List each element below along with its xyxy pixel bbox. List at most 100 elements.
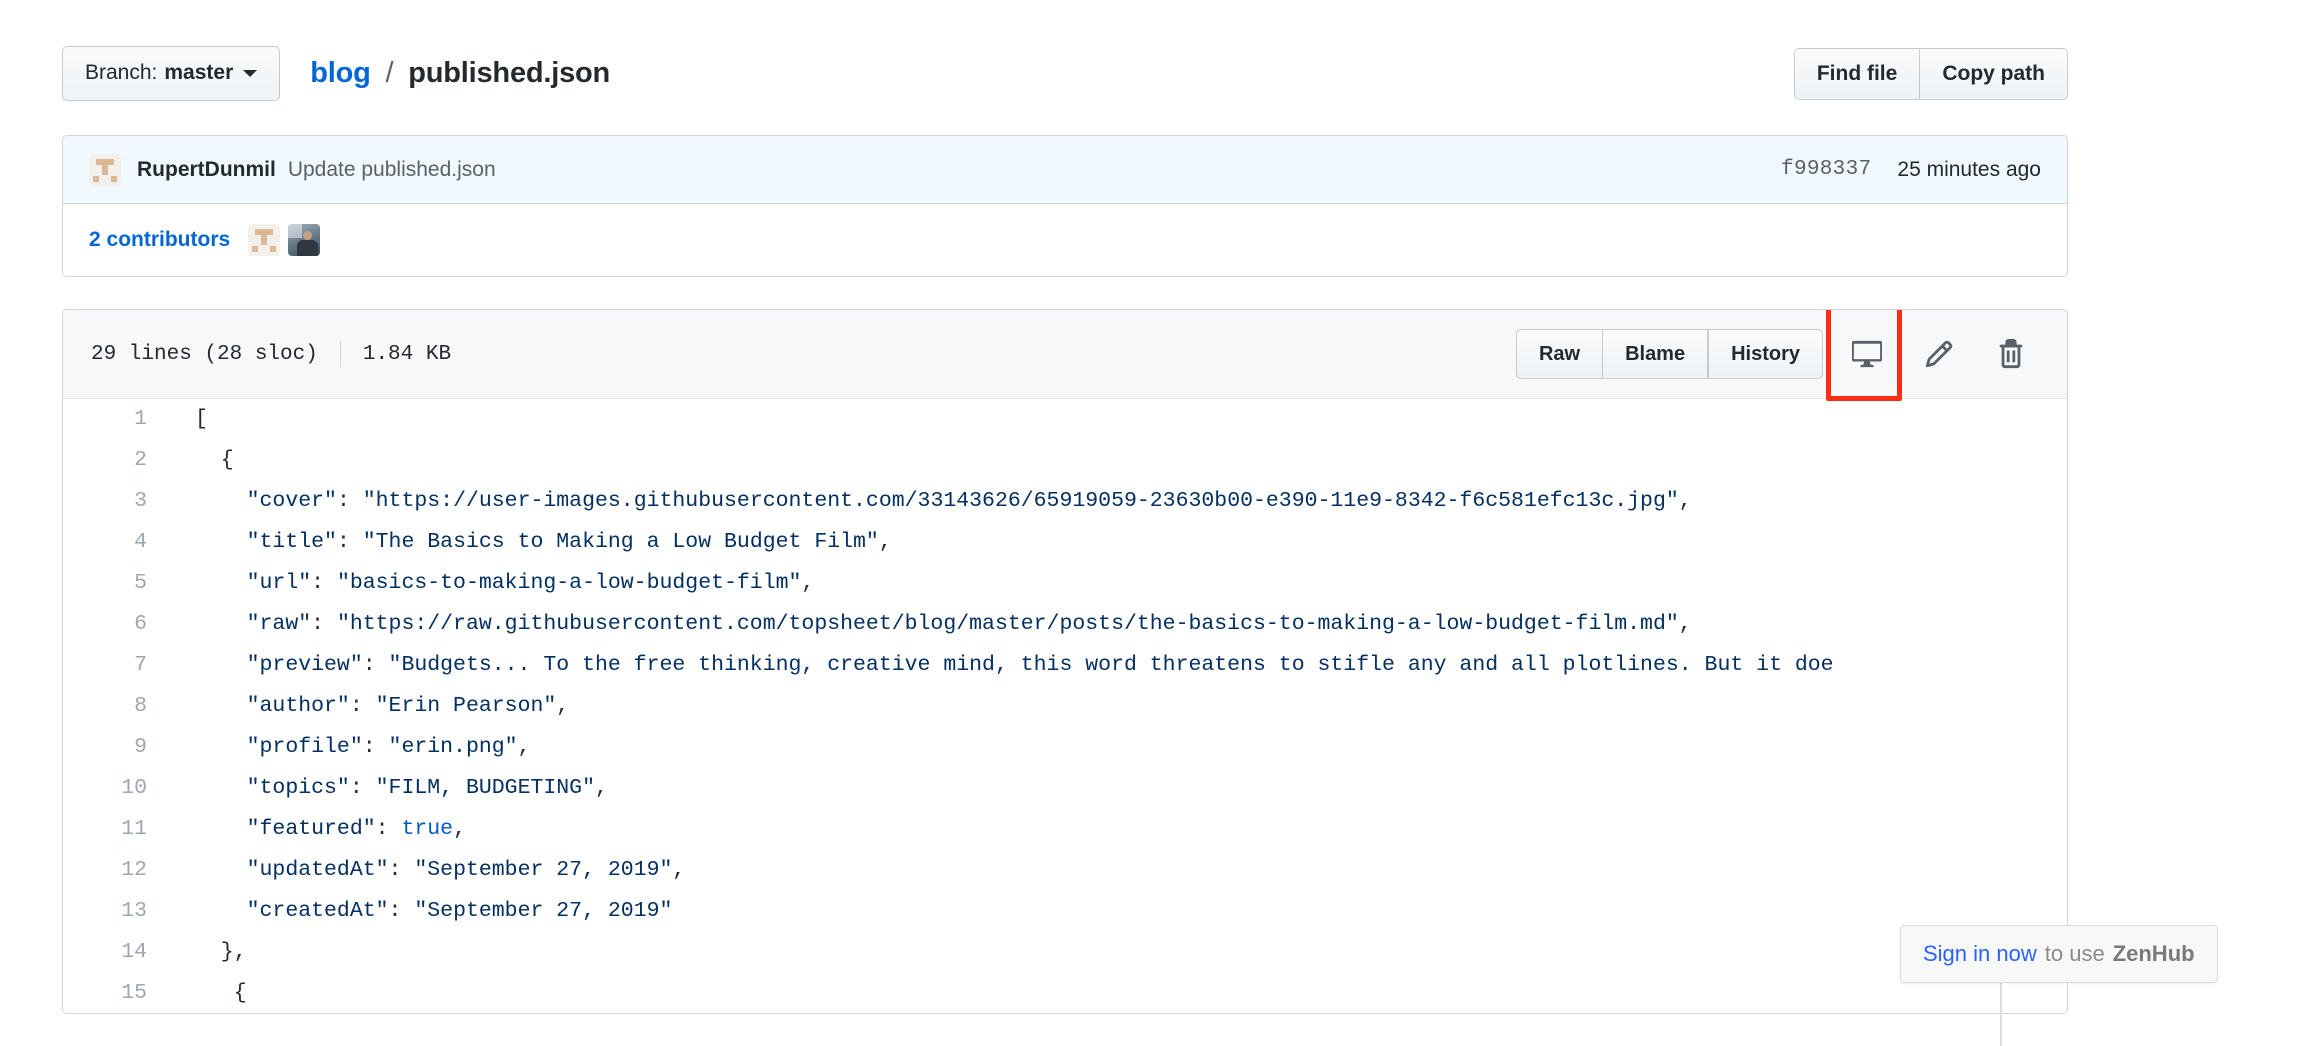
line-number[interactable]: 10	[63, 768, 171, 809]
file-content-box: 29 lines (28 sloc) 1.84 KB Raw Blame His…	[62, 309, 2068, 1014]
file-size: 1.84 KB	[362, 342, 452, 366]
line-number[interactable]: 13	[63, 891, 171, 932]
code-table: 1 [2 {3 "cover": "https://user-images.git…	[63, 399, 1834, 1013]
line-number[interactable]: 3	[63, 481, 171, 522]
line-number[interactable]: 4	[63, 522, 171, 563]
code-token: {	[195, 981, 247, 1005]
commit-author-avatar[interactable]	[89, 153, 121, 186]
code-token: :	[336, 530, 363, 554]
line-number[interactable]: 2	[63, 440, 171, 481]
code-token: ,	[1678, 489, 1692, 513]
zenhub-middle-text: to use	[2044, 941, 2105, 966]
line-content: {	[171, 440, 1834, 481]
code-token: :	[388, 899, 415, 923]
line-number[interactable]: 7	[63, 645, 171, 686]
code-token: :	[362, 735, 389, 759]
commit-row: RupertDunmil Update published.json f9983…	[63, 136, 2067, 204]
code-token: :	[349, 776, 376, 800]
code-token: "title"	[246, 530, 337, 554]
avatar-t-dot-right	[111, 175, 117, 182]
blame-button[interactable]: Blame	[1602, 329, 1709, 379]
branch-selector-button[interactable]: Branch: master	[62, 45, 281, 101]
code-token: :	[362, 653, 389, 677]
avatar-photo-backdrop	[288, 224, 303, 238]
branch-name: master	[164, 61, 234, 84]
code-lines: 1 [2 {3 "cover": "https://user-images.git…	[63, 399, 1834, 1013]
desktop-icon[interactable]	[1839, 328, 1895, 380]
line-content: "raw": "https://raw.githubusercontent.co…	[171, 604, 1834, 645]
code-token: ,	[556, 694, 570, 718]
code-line: 13 "createdAt": "September 27, 2019"	[63, 891, 1834, 932]
code-viewer[interactable]: 1 [2 {3 "cover": "https://user-images.git…	[63, 399, 2067, 1013]
file-stats: 29 lines (28 sloc) 1.84 KB	[91, 341, 451, 367]
line-content: "createdAt": "September 27, 2019"	[171, 891, 1834, 932]
line-content: "preview": "Budgets... To the free think…	[171, 645, 1834, 686]
code-token: :	[311, 612, 337, 636]
code-token: "featured"	[246, 817, 376, 841]
code-token: "erin.png"	[388, 735, 518, 759]
avatar-t-dot-left	[93, 175, 99, 182]
line-content: {	[171, 973, 1834, 1013]
code-line: 3 "cover": "https://user-images.githubus…	[63, 481, 1834, 522]
commit-sha[interactable]: f998337	[1781, 158, 1871, 181]
chevron-down-icon	[243, 69, 258, 77]
pencil-edit-icon[interactable]	[1911, 328, 1967, 380]
header-actions: Find file Copy path	[1793, 48, 2068, 100]
contributors-row: 2 contributors	[63, 204, 2067, 276]
raw-button[interactable]: Raw	[1515, 329, 1603, 379]
line-number[interactable]: 9	[63, 727, 171, 768]
avatar-t-dot-right	[270, 246, 277, 252]
trash-delete-icon[interactable]	[1983, 328, 2039, 380]
code-token: ,	[672, 858, 686, 882]
file-toolbar-actions: Raw Blame History	[1515, 328, 2039, 380]
line-number[interactable]: 12	[63, 850, 171, 891]
code-line: 5 "url": "basics-to-making-a-low-budget-…	[63, 563, 1834, 604]
code-token: [	[195, 407, 208, 431]
code-token: ,	[801, 571, 815, 595]
code-line: 8 "author": "Erin Pearson",	[63, 686, 1834, 727]
contributor-avatars	[248, 224, 321, 256]
code-token: },	[195, 940, 247, 964]
find-file-button[interactable]: Find file	[1793, 48, 1920, 100]
code-line: 7 "preview": "Budgets... To the free thi…	[63, 645, 1834, 686]
zenhub-signin-widget[interactable]: Sign in now to use ZenHub	[1900, 925, 2218, 983]
code-token: "https://user-images.githubusercontent.c…	[362, 489, 1679, 513]
commit-timestamp: 25 minutes ago	[1897, 157, 2041, 181]
commit-author-name[interactable]: RupertDunmil	[137, 158, 276, 182]
line-number[interactable]: 14	[63, 932, 171, 973]
contributor-avatar-1[interactable]	[248, 224, 281, 256]
commit-meta: f998337 25 minutes ago	[1781, 158, 2041, 182]
zenhub-signin-link[interactable]: Sign in now	[1923, 941, 2037, 967]
line-number[interactable]: 8	[63, 686, 171, 727]
zenhub-connector-line	[2000, 983, 2002, 1046]
file-toolbar: 29 lines (28 sloc) 1.84 KB Raw Blame His…	[63, 310, 2067, 401]
code-token: "September 27, 2019"	[414, 858, 673, 882]
breadcrumb: blog / published.json	[310, 57, 610, 90]
code-token: "Erin Pearson"	[375, 694, 557, 718]
code-token: ,	[594, 776, 608, 800]
code-token: :	[349, 694, 376, 718]
line-number[interactable]: 6	[63, 604, 171, 645]
code-token: ,	[878, 530, 892, 554]
code-line: 15 {	[63, 973, 1834, 1013]
github-file-view-page: Branch: master blog / published.json Fin…	[0, 0, 2320, 1046]
line-number[interactable]: 5	[63, 563, 171, 604]
copy-path-button[interactable]: Copy path	[1919, 48, 2068, 100]
line-number[interactable]: 15	[63, 973, 171, 1013]
commit-message[interactable]: Update published.json	[288, 158, 496, 182]
code-token: "topics"	[246, 776, 350, 800]
contributors-link[interactable]: 2 contributors	[89, 228, 230, 252]
breadcrumb-repo-link[interactable]: blog	[310, 57, 371, 89]
code-token: "cover"	[246, 489, 337, 513]
line-content: "topics": "FILM, BUDGETING",	[171, 768, 1834, 809]
history-button[interactable]: History	[1708, 329, 1823, 379]
line-number[interactable]: 1	[63, 399, 171, 440]
line-number[interactable]: 11	[63, 809, 171, 850]
contributor-avatar-2[interactable]	[288, 224, 321, 256]
